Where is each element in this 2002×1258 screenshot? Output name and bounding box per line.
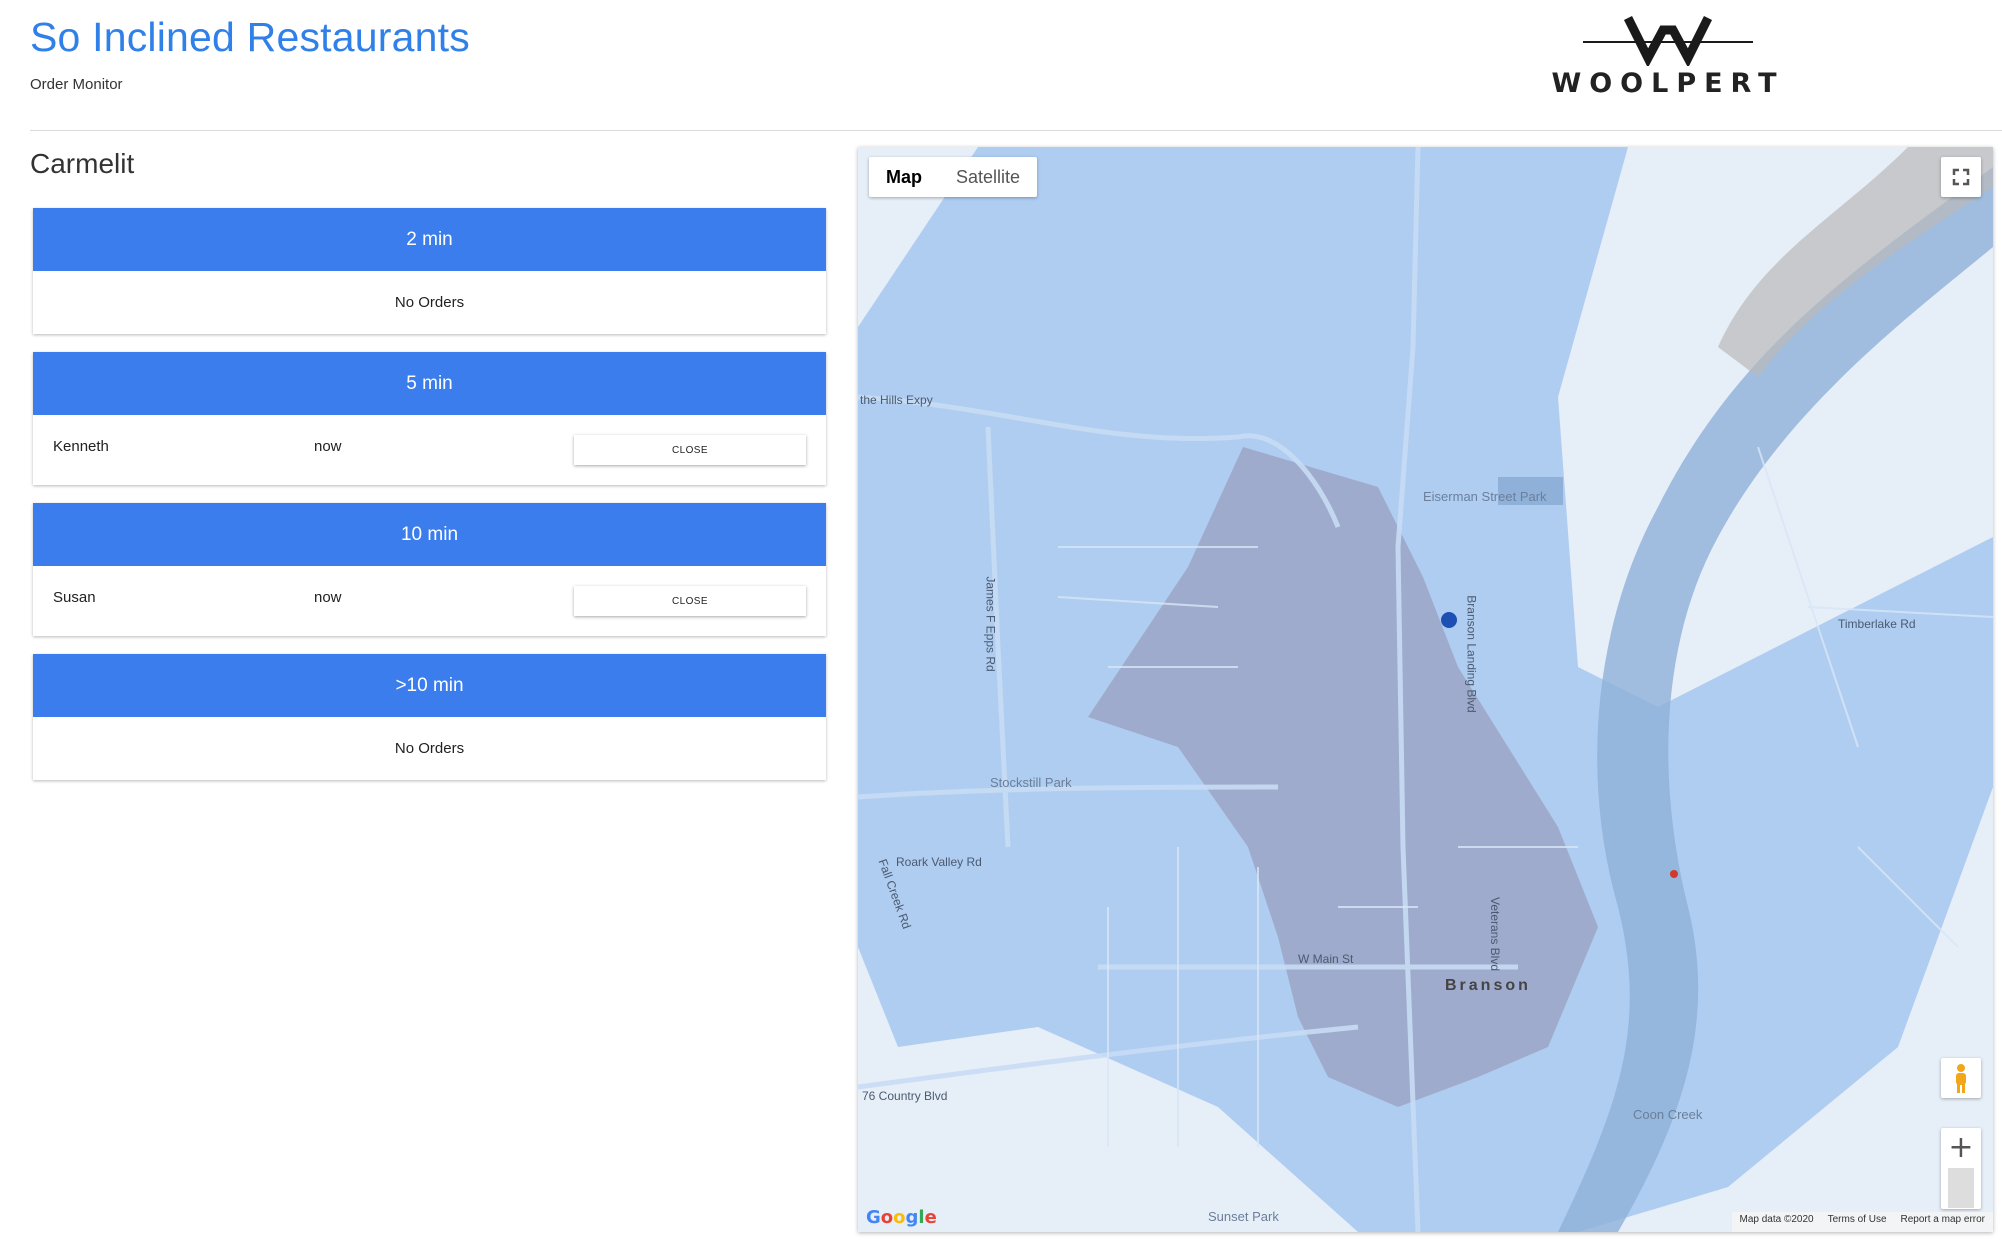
google-logo: Google [866, 1207, 937, 1228]
map-label-park: Sunset Park [1208, 1209, 1279, 1224]
location-name: Carmelit [30, 148, 135, 179]
bucket-header: >10 min [33, 654, 826, 717]
map-label-road: Branson Landing Blvd [1464, 595, 1479, 713]
no-orders-text: No Orders [394, 294, 465, 311]
bucket-header: 10 min [33, 503, 826, 566]
map-label-road: Roark Valley Rd [896, 855, 982, 869]
order-customer-name: Kenneth [53, 438, 109, 455]
report-map-error-link[interactable]: Report a map error [1901, 1214, 1985, 1230]
bucket-card-10min: 10 min Susan now CLOSE [33, 503, 826, 636]
zoom-separator [1948, 1168, 1974, 1208]
location-pin[interactable] [1670, 870, 1678, 878]
logo-wordmark: WOOLPERT [1551, 68, 1785, 99]
map-type-map-button[interactable]: Map [869, 157, 939, 197]
map-type-control: Map Satellite [869, 157, 1038, 197]
order-customer-name: Susan [53, 589, 96, 606]
bucket-card-2min: 2 min No Orders [33, 208, 826, 334]
no-orders-text: No Orders [394, 740, 465, 757]
app-title: So Inclined Restaurants [30, 14, 470, 60]
street-view-pegman[interactable] [1941, 1058, 1981, 1098]
map-label-place: Coon Creek [1633, 1107, 1703, 1122]
map-label-park: Eiserman Street Park [1423, 489, 1547, 504]
map-label-road: the Hills Expy [860, 393, 933, 407]
map-label-town: Branson [1445, 977, 1531, 994]
map-data-credit: Map data ©2020 [1739, 1214, 1814, 1225]
header-divider [30, 130, 2002, 131]
woolpert-logo: WOOLPERT [1543, 14, 1793, 99]
delivery-map[interactable]: Eiserman Street Park Branson Stockstill … [858, 147, 1993, 1232]
map-attribution: Map data ©2020 Terms of Use Report a map… [1731, 1212, 1993, 1232]
map-label-road: James F Epps Rd [983, 576, 998, 672]
zoom-control: + − [1941, 1128, 1981, 1209]
map-type-satellite-button[interactable]: Satellite [939, 157, 1037, 197]
terms-of-use-link[interactable]: Terms of Use [1828, 1214, 1887, 1230]
map-label-park: Stockstill Park [990, 775, 1072, 790]
map-label-road: W Main St [1298, 952, 1354, 966]
woolpert-w-mark-icon [1583, 15, 1753, 68]
order-row: Kenneth now CLOSE [33, 415, 826, 485]
fullscreen-icon [1952, 168, 1970, 186]
app-subtitle: Order Monitor [30, 76, 123, 93]
bucket-header: 5 min [33, 352, 826, 415]
order-row: Susan now CLOSE [33, 566, 826, 636]
map-label-road: Timberlake Rd [1838, 617, 1916, 631]
order-time: now [314, 589, 342, 606]
close-order-button[interactable]: CLOSE [574, 435, 806, 465]
map-canvas[interactable] [858, 147, 1993, 1232]
order-time: now [314, 438, 342, 455]
bucket-card-5min: 5 min Kenneth now CLOSE [33, 352, 826, 485]
pegman-icon [1956, 1064, 1966, 1093]
close-order-button[interactable]: CLOSE [574, 586, 806, 616]
map-label-road: 76 Country Blvd [862, 1089, 948, 1103]
bucket-header: 2 min [33, 208, 826, 271]
fullscreen-button[interactable] [1941, 157, 1981, 197]
map-label-road: Veterans Blvd [1488, 896, 1503, 972]
restaurant-marker[interactable] [1441, 612, 1457, 628]
zoom-in-button[interactable]: + [1941, 1128, 1981, 1168]
bucket-card-over-10min: >10 min No Orders [33, 654, 826, 780]
